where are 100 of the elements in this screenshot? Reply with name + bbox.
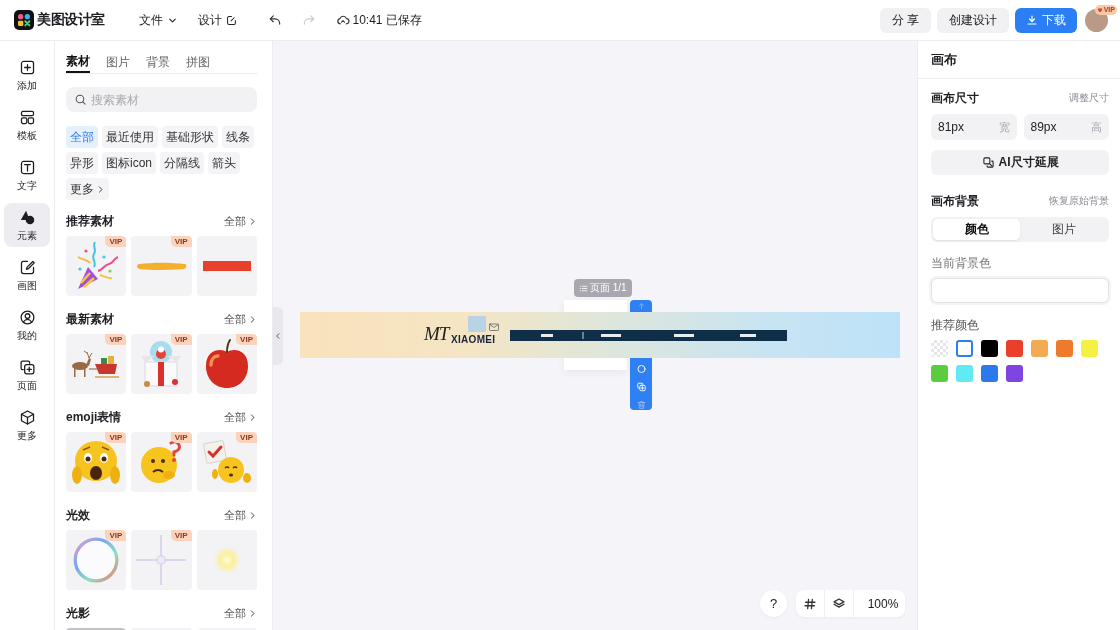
ai-extend-button[interactable]: AI尺寸延展	[931, 150, 1109, 175]
cloud-icon	[335, 13, 350, 27]
sticker-tile[interactable]: VIP	[131, 432, 192, 492]
sticker-tile[interactable]: VIP	[131, 334, 192, 394]
tab[interactable]: 图片	[106, 52, 130, 73]
color-swatch-icon[interactable]	[1031, 340, 1048, 357]
cube-icon	[18, 408, 36, 426]
section-label: 画布尺寸	[931, 89, 979, 107]
text-icon	[18, 158, 36, 176]
vip-badge: VIP	[170, 530, 192, 541]
more-button[interactable]: 更多	[66, 178, 109, 200]
filter-chip[interactable]: 全部	[66, 126, 98, 148]
section-title: emoji表情	[66, 408, 122, 426]
color-swatch-icon[interactable]	[931, 365, 948, 382]
chevron-left-icon	[274, 332, 282, 340]
filter-chip[interactable]: 分隔线	[160, 152, 204, 174]
color-swatch-icon[interactable]	[1056, 340, 1073, 357]
unit-label: 高	[1091, 121, 1102, 133]
color-swatch-icon[interactable]	[1081, 340, 1098, 357]
see-all-link[interactable]: 全部	[224, 605, 257, 621]
resize-link[interactable]: 调整尺寸	[1069, 91, 1109, 105]
layout-icon	[18, 108, 36, 126]
see-all-link[interactable]: 全部	[224, 507, 257, 523]
sticker-tile[interactable]	[196, 236, 257, 296]
user-icon	[18, 308, 36, 326]
sidebar-item[interactable]: 元素	[4, 203, 50, 247]
sticker-tile[interactable]: VIP	[196, 334, 257, 394]
sticker-tile[interactable]	[196, 530, 257, 590]
layers-icon[interactable]	[832, 596, 846, 611]
brand-name: XIAOMEI	[451, 334, 496, 346]
field-label: 当前背景色	[931, 256, 992, 270]
filter-chip[interactable]: 图标icon	[102, 152, 156, 174]
edit-icon	[225, 14, 237, 26]
heart-icon	[1096, 6, 1103, 13]
vip-badge: VIP	[105, 530, 127, 541]
see-all-link[interactable]: 全部	[224, 311, 257, 327]
logo-icon	[14, 10, 34, 30]
tab[interactable]: 背景	[146, 52, 170, 73]
sparkle-drawing	[135, 534, 188, 586]
color-swatch-icon[interactable]	[956, 340, 973, 357]
sticker-tile[interactable]: VIP	[131, 236, 192, 296]
sidebar-item[interactable]: 添加	[4, 53, 50, 97]
circle-icon[interactable]	[635, 364, 647, 375]
vip-badge: VIP	[105, 432, 127, 443]
sidebar-item[interactable]: 我的	[4, 303, 50, 347]
list-icon	[579, 283, 588, 293]
section-label: 画布背景	[931, 192, 979, 210]
section-label: 推荐颜色	[931, 318, 980, 332]
collapse-handle[interactable]	[273, 307, 283, 365]
create-design-button[interactable]: 创建设计	[937, 7, 1009, 33]
thinking-face-drawing	[140, 440, 183, 484]
segment-tab[interactable]: 颜色	[933, 219, 1020, 240]
tab[interactable]: 素材	[66, 52, 90, 73]
see-all-link[interactable]: 全部	[224, 409, 257, 425]
sidebar-item[interactable]: 模板	[4, 103, 50, 147]
download-button[interactable]: 下载	[1015, 7, 1077, 33]
section-title: 光影	[66, 604, 90, 622]
segment-tab[interactable]: 图片	[1020, 219, 1107, 240]
panel-title: 画布	[931, 50, 957, 69]
filter-chip[interactable]: 基础形状	[162, 126, 218, 148]
zoom-level[interactable]: 100%	[861, 590, 905, 617]
reset-background-link[interactable]: 恢复原始背景	[1049, 194, 1109, 208]
sticker-tile[interactable]: VIP	[196, 432, 257, 492]
checklist-face-drawing	[201, 439, 252, 485]
sticker-tile[interactable]: VIP	[131, 530, 192, 590]
color-swatch-icon[interactable]	[981, 340, 998, 357]
sticker-tile[interactable]: VIP	[66, 334, 127, 394]
menu-button[interactable]: 文件	[138, 8, 178, 32]
sidebar-item[interactable]: 更多	[4, 403, 50, 447]
add-page-icon[interactable]	[635, 382, 647, 393]
color-swatch-icon[interactable]	[956, 365, 973, 382]
grid-icon[interactable]	[803, 596, 817, 611]
sticker-tile[interactable]: VIP	[66, 432, 127, 492]
filter-chip[interactable]: 箭头	[208, 152, 240, 174]
photo-placeholder	[468, 316, 486, 332]
see-all-link[interactable]: 全部	[224, 213, 257, 229]
color-swatch-icon[interactable]	[1006, 365, 1023, 382]
sticker-tile[interactable]: VIP	[66, 236, 127, 296]
chevron-right-icon	[248, 216, 257, 226]
sidebar-item[interactable]: 文字	[4, 153, 50, 197]
help-button[interactable]: ?	[760, 590, 787, 617]
menu-button[interactable]: 设计	[197, 8, 237, 32]
color-swatch-icon[interactable]	[1006, 340, 1023, 357]
sidebar-item[interactable]: 画图	[4, 253, 50, 297]
transparent-swatch-icon[interactable]	[931, 340, 948, 357]
tab[interactable]: 拼图	[186, 52, 210, 73]
filter-chip[interactable]: 异形	[66, 152, 98, 174]
color-swatch-icon[interactable]	[981, 365, 998, 382]
color-field[interactable]	[931, 278, 1109, 303]
plus-square-icon	[18, 58, 36, 76]
search-field[interactable]: 搜索素材	[66, 87, 257, 112]
filter-chip[interactable]: 最近使用	[102, 126, 158, 148]
filter-chip[interactable]: 线条	[222, 126, 254, 148]
sleigh-drawing	[71, 349, 122, 379]
section-title: 推荐素材	[66, 212, 114, 230]
sidebar-item[interactable]: 页面	[4, 353, 50, 397]
share-button[interactable]: 分 享	[879, 7, 931, 33]
undo-icon[interactable]	[267, 13, 282, 27]
expand-icon	[981, 156, 995, 169]
sticker-tile[interactable]: VIP	[66, 530, 127, 590]
